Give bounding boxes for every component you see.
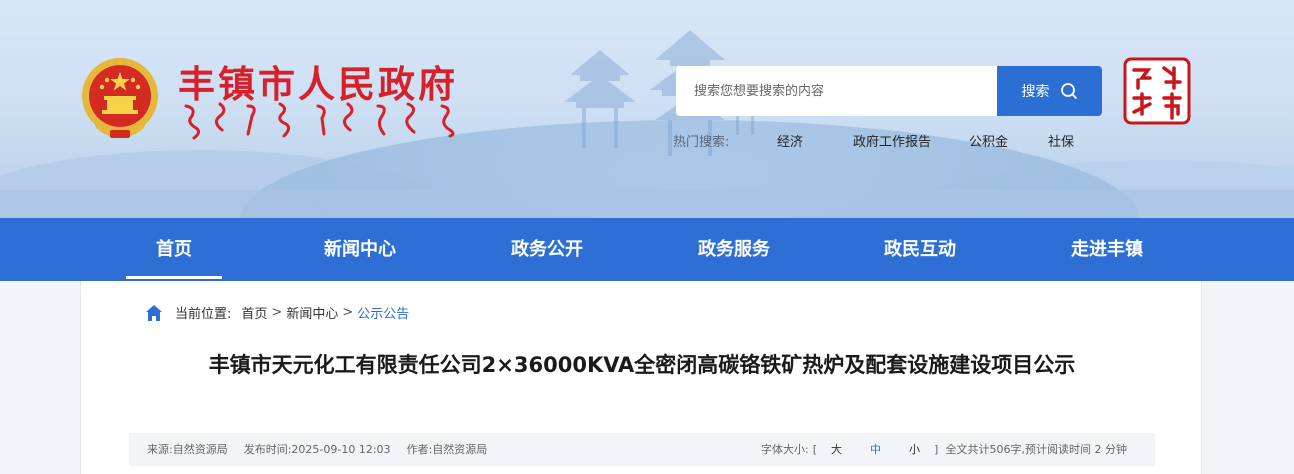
red-seal-icon[interactable] <box>1122 56 1192 126</box>
hot-search-item-housing-fund[interactable]: 公积金 <box>969 131 1008 150</box>
article-meta-info: 来源:自然资源局 发布时间:2025-09-10 12:03 作者:自然资源局 <box>147 433 487 466</box>
mongolian-subtitle-logo <box>184 102 455 140</box>
hot-search-item-economy[interactable]: 经济 <box>777 131 803 150</box>
national-emblem-icon <box>82 58 158 138</box>
breadcrumb-link-announcements[interactable]: 公示公告 <box>357 303 409 322</box>
font-size-bracket-close: ] <box>934 443 939 456</box>
article-meta-bar: 来源:自然资源局 发布时间:2025-09-10 12:03 作者:自然资源局 … <box>129 433 1155 466</box>
breadcrumb-separator: > <box>271 305 283 320</box>
article-author: 作者:自然资源局 <box>406 443 488 456</box>
hot-search-item-work-report[interactable]: 政府工作报告 <box>853 131 931 150</box>
article-source: 来源:自然资源局 <box>147 443 228 456</box>
search-button[interactable]: 搜索 <box>997 66 1102 116</box>
nav-item-home[interactable]: 首页 <box>126 218 222 281</box>
home-icon <box>146 304 162 321</box>
hot-search-label: 热门搜索: <box>673 135 730 150</box>
search-bar: 搜索 <box>676 66 1102 116</box>
font-size-medium-button[interactable]: 中 <box>870 433 881 466</box>
search-button-label: 搜索 <box>1021 84 1050 100</box>
font-size-large-button[interactable]: 大 <box>831 433 842 466</box>
breadcrumb-link-news-center[interactable]: 新闻中心 <box>286 303 338 322</box>
search-icon <box>1060 83 1077 99</box>
breadcrumb-prefix: 当前位置: <box>175 307 232 322</box>
nav-item-news-center[interactable]: 新闻中心 <box>305 218 415 281</box>
nav-item-about-fengzhen[interactable]: 走进丰镇 <box>1052 218 1162 281</box>
article-card: 当前位置: 首页 > 新闻中心 > 公示公告 丰镇市天元化工有限责任公司2×36… <box>80 281 1202 474</box>
font-size-label: 字体大小: <box>761 443 809 456</box>
breadcrumb-link-home[interactable]: 首页 <box>241 303 267 322</box>
nav-item-government-affairs-public[interactable]: 政务公开 <box>492 218 602 281</box>
header-banner: 丰镇市人民政府 搜索 热门搜索: 经济 政府工作报告 公积金 <box>0 0 1294 218</box>
search-input[interactable] <box>676 66 998 116</box>
article-publish-time: 发布时间:2025-09-10 12:03 <box>243 443 391 456</box>
main-nav: 首页 新闻中心 政务公开 政务服务 政民互动 走进丰镇 <box>0 218 1294 281</box>
article-word-count: 全文共计506字,预计阅读时间 2 分钟 <box>945 443 1127 456</box>
font-size-bracket-open: [ <box>812 443 818 456</box>
breadcrumb: 当前位置: 首页 > 新闻中心 > 公示公告 <box>145 303 409 322</box>
nav-item-public-interaction[interactable]: 政民互动 <box>865 218 975 281</box>
font-size-small-button[interactable]: 小 <box>909 433 920 466</box>
hot-search: 热门搜索: 经济 政府工作报告 公积金 社保 <box>673 131 1110 150</box>
hot-search-item-social-security[interactable]: 社保 <box>1048 131 1074 150</box>
font-size-selector: 字体大小: [ 大 中 小 ] <box>761 433 938 466</box>
article-title: 丰镇市天元化工有限责任公司2×36000KVA全密闭高碳铬铁矿热炉及配套设施建设… <box>208 353 1076 377</box>
banner-treeline <box>0 190 1294 218</box>
nav-item-government-services[interactable]: 政务服务 <box>679 218 789 281</box>
breadcrumb-separator: > <box>342 305 354 320</box>
